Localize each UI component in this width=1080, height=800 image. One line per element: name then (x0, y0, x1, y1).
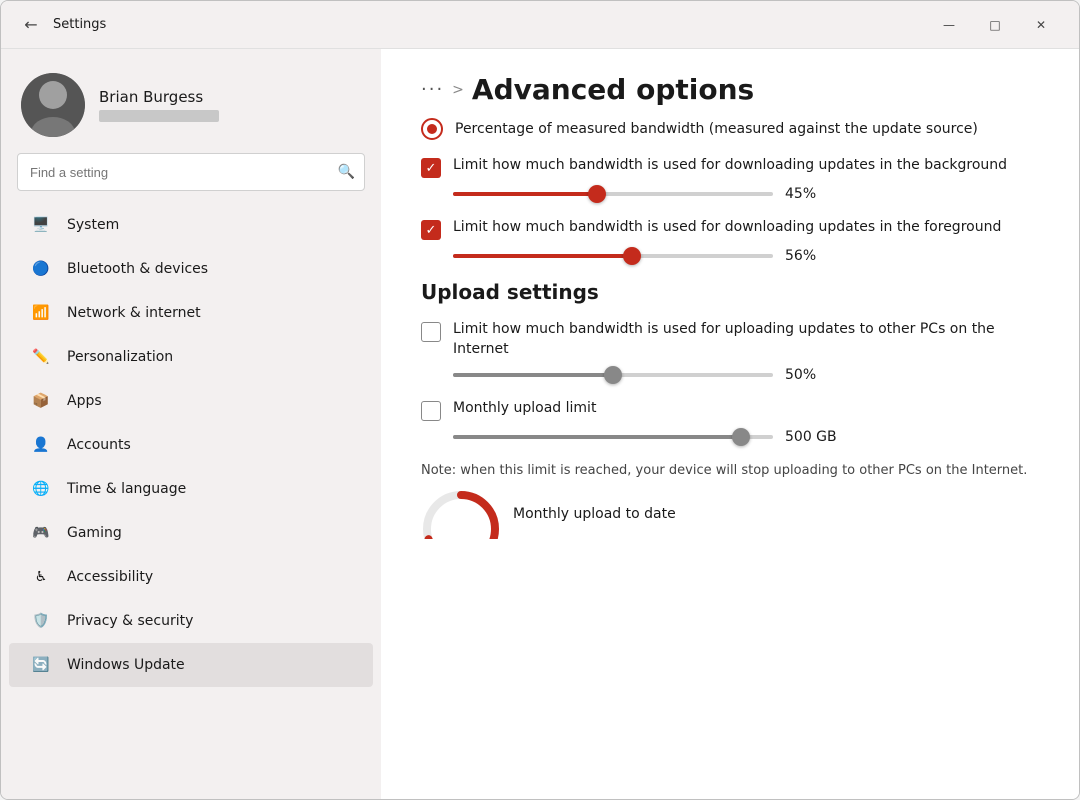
checkbox-internet-upload[interactable]: Limit how much bandwidth is used for upl… (421, 320, 1039, 359)
slider-internet-upload-track[interactable] (453, 373, 773, 377)
sidebar-item-system-label: System (67, 217, 119, 233)
app-title: Settings (53, 17, 106, 32)
sidebar-item-update[interactable]: 🔄 Windows Update (9, 643, 373, 687)
sidebar-item-gaming[interactable]: 🎮 Gaming (9, 511, 373, 555)
user-section: Brian Burgess (1, 65, 381, 153)
monthly-circle-chart (421, 489, 501, 539)
window-controls: — □ ✕ (927, 9, 1063, 41)
sidebar-item-accounts-label: Accounts (67, 437, 131, 453)
checkbox-internet-upload-box[interactable] (421, 322, 441, 342)
upload-section-title: Upload settings (421, 280, 1039, 304)
search-icon: 🔍 (338, 164, 355, 180)
sidebar-item-time-label: Time & language (67, 481, 186, 497)
checkbox-background-box[interactable]: ✓ (421, 158, 441, 178)
checkbox-monthly-limit[interactable]: Monthly upload limit (421, 399, 1039, 421)
breadcrumb-sep: > (452, 82, 464, 98)
sidebar-item-network-label: Network & internet (67, 305, 201, 321)
slider-monthly-fill (453, 435, 741, 439)
checkbox-foreground-label: Limit how much bandwidth is used for dow… (453, 218, 1001, 238)
slider-foreground-fill (453, 254, 632, 258)
breadcrumb: ··· > Advanced options (421, 73, 1039, 106)
sidebar-item-bluetooth[interactable]: 🔵 Bluetooth & devices (9, 247, 373, 291)
sidebar-item-privacy[interactable]: 🛡️ Privacy & security (9, 599, 373, 643)
monthly-upload-row: Monthly upload to date (421, 489, 1039, 539)
close-button[interactable]: ✕ (1019, 9, 1063, 41)
monthly-circle-container (421, 489, 501, 539)
gaming-icon: 🎮 (29, 521, 53, 545)
slider-background[interactable]: 45% (453, 186, 1039, 202)
page-title: Advanced options (472, 73, 754, 106)
radio-label-measured: Percentage of measured bandwidth (measur… (455, 121, 978, 137)
slider-monthly-track[interactable] (453, 435, 773, 439)
sidebar-item-network[interactable]: 📶 Network & internet (9, 291, 373, 335)
search-box: 🔍 (17, 153, 365, 191)
sidebar-item-personalization-label: Personalization (67, 349, 173, 365)
slider-background-fill (453, 192, 597, 196)
maximize-button[interactable]: □ (973, 9, 1017, 41)
update-icon: 🔄 (29, 653, 53, 677)
personalization-icon: ✏️ (29, 345, 53, 369)
slider-background-thumb[interactable] (588, 185, 606, 203)
checkbox-monthly-limit-box[interactable] (421, 401, 441, 421)
slider-background-track[interactable] (453, 192, 773, 196)
radio-option-measured[interactable]: Percentage of measured bandwidth (measur… (421, 118, 1039, 140)
sidebar-item-apps[interactable]: 📦 Apps (9, 379, 373, 423)
slider-foreground-track[interactable] (453, 254, 773, 258)
checkbox-background[interactable]: ✓ Limit how much bandwidth is used for d… (421, 156, 1039, 178)
sidebar-item-accounts[interactable]: 👤 Accounts (9, 423, 373, 467)
sidebar-item-apps-label: Apps (67, 393, 102, 409)
monthly-upload-date-label: Monthly upload to date (513, 506, 676, 522)
slider-foreground-thumb[interactable] (623, 247, 641, 265)
user-name: Brian Burgess (99, 88, 219, 106)
apps-icon: 📦 (29, 389, 53, 413)
checkbox-foreground[interactable]: ✓ Limit how much bandwidth is used for d… (421, 218, 1039, 240)
sidebar-item-gaming-label: Gaming (67, 525, 122, 541)
minimize-button[interactable]: — (927, 9, 971, 41)
network-icon: 📶 (29, 301, 53, 325)
checkbox-internet-upload-label: Limit how much bandwidth is used for upl… (453, 320, 1039, 359)
back-button[interactable]: ← (17, 11, 45, 39)
privacy-icon: 🛡️ (29, 609, 53, 633)
user-account-bar (99, 110, 219, 122)
checkbox-background-label: Limit how much bandwidth is used for dow… (453, 156, 1007, 176)
sidebar-item-bluetooth-label: Bluetooth & devices (67, 261, 208, 277)
accounts-icon: 👤 (29, 433, 53, 457)
system-icon: 🖥️ (29, 213, 53, 237)
sidebar-item-accessibility[interactable]: ♿ Accessibility (9, 555, 373, 599)
sidebar-item-personalization[interactable]: ✏️ Personalization (9, 335, 373, 379)
slider-internet-upload-thumb[interactable] (604, 366, 622, 384)
slider-foreground-value: 56% (785, 248, 835, 264)
slider-internet-upload-fill (453, 373, 613, 377)
slider-internet-upload-value: 50% (785, 367, 835, 383)
time-icon: 🌐 (29, 477, 53, 501)
slider-foreground[interactable]: 56% (453, 248, 1039, 264)
slider-monthly[interactable]: 500 GB (453, 429, 1039, 445)
sidebar-item-update-label: Windows Update (67, 657, 185, 673)
checkbox-monthly-limit-label: Monthly upload limit (453, 399, 596, 419)
slider-monthly-thumb[interactable] (732, 428, 750, 446)
sidebar: Brian Burgess 🔍 🖥️ System 🔵 Bluetooth & … (1, 49, 381, 799)
main-content: ··· > Advanced options Percentage of mea… (381, 49, 1079, 799)
sidebar-item-privacy-label: Privacy & security (67, 613, 193, 629)
sidebar-item-accessibility-label: Accessibility (67, 569, 153, 585)
titlebar: ← Settings — □ ✕ (1, 1, 1079, 49)
slider-internet-upload[interactable]: 50% (453, 367, 1039, 383)
accessibility-icon: ♿ (29, 565, 53, 589)
checkbox-check-fg: ✓ (426, 223, 437, 238)
radio-button-measured[interactable] (421, 118, 443, 140)
checkbox-check-bg: ✓ (426, 161, 437, 176)
user-info: Brian Burgess (99, 88, 219, 122)
checkbox-foreground-box[interactable]: ✓ (421, 220, 441, 240)
sidebar-item-time[interactable]: 🌐 Time & language (9, 467, 373, 511)
avatar (21, 73, 85, 137)
bluetooth-icon: 🔵 (29, 257, 53, 281)
slider-monthly-value: 500 GB (785, 429, 837, 445)
search-input[interactable] (17, 153, 365, 191)
upload-note: Note: when this limit is reached, your d… (421, 461, 1039, 481)
slider-background-value: 45% (785, 186, 835, 202)
breadcrumb-dots[interactable]: ··· (421, 79, 444, 100)
sidebar-item-system[interactable]: 🖥️ System (9, 203, 373, 247)
